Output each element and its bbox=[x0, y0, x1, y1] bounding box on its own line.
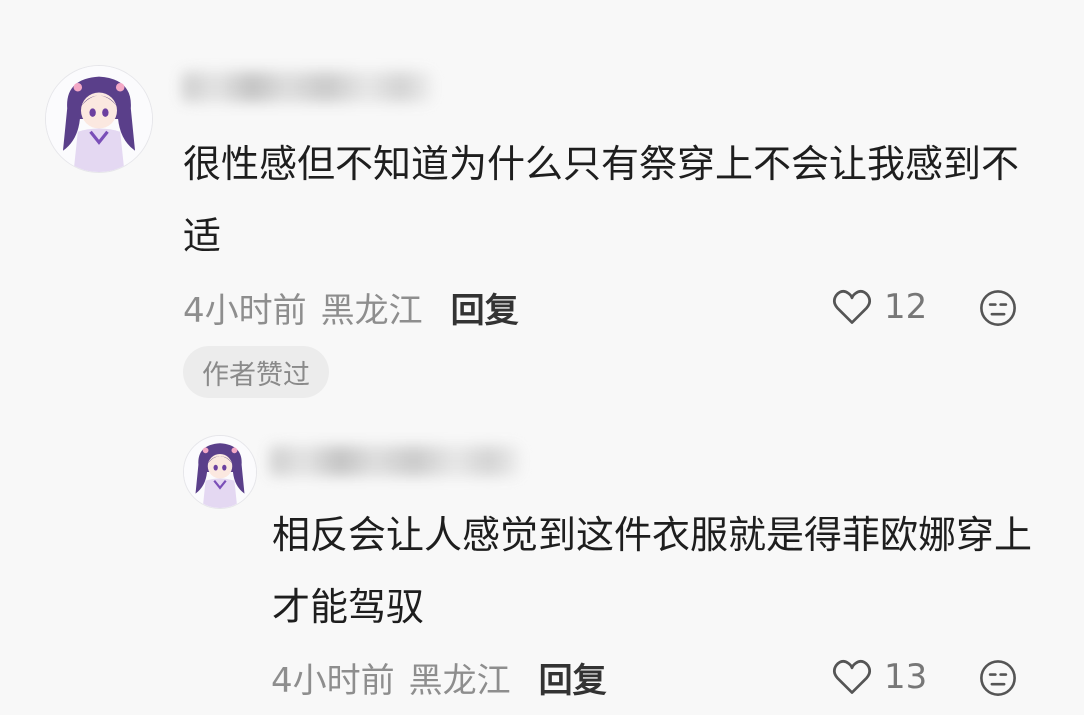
reply-time: 4小时前 bbox=[271, 660, 395, 701]
user-avatar[interactable] bbox=[183, 435, 257, 509]
author-liked-badge: 作者赞过 bbox=[183, 346, 329, 398]
reply-meta: 4小时前 黑龙江 回复 bbox=[271, 653, 607, 701]
comment-meta: 4小时前 黑龙江 回复 bbox=[183, 283, 519, 331]
heart-outline-icon bbox=[832, 289, 872, 324]
like-button[interactable]: 12 bbox=[830, 283, 927, 331]
anime-avatar-icon bbox=[184, 436, 256, 508]
like-count: 12 bbox=[884, 287, 928, 327]
comment-location: 黑龙江 bbox=[320, 290, 423, 331]
like-button[interactable]: 13 bbox=[830, 653, 927, 701]
reply-text: 相反会让人感觉到这件衣服就是得菲欧娜穿上才能驾驭 bbox=[272, 513, 1033, 629]
heart-outline-icon bbox=[832, 659, 872, 694]
user-avatar[interactable] bbox=[45, 65, 153, 173]
reply-location: 黑龙江 bbox=[408, 660, 511, 701]
neutral-face-icon[interactable] bbox=[977, 287, 1019, 329]
username-redacted[interactable] bbox=[182, 72, 432, 102]
comment-thread: 很性感但不知道为什么只有祭穿上不会让我感到不适 4小时前 黑龙江 回复 12 作… bbox=[0, 0, 1084, 715]
anime-avatar-icon bbox=[46, 66, 152, 172]
comment-time: 4小时前 bbox=[183, 290, 307, 331]
username-redacted[interactable] bbox=[270, 446, 520, 476]
comment-text: 很性感但不知道为什么只有祭穿上不会让我感到不适 bbox=[183, 142, 1020, 258]
reply-button[interactable]: 回复 bbox=[451, 283, 519, 332]
neutral-face-icon[interactable] bbox=[977, 657, 1019, 699]
reply-button[interactable]: 回复 bbox=[539, 653, 607, 702]
like-count: 13 bbox=[884, 657, 928, 697]
